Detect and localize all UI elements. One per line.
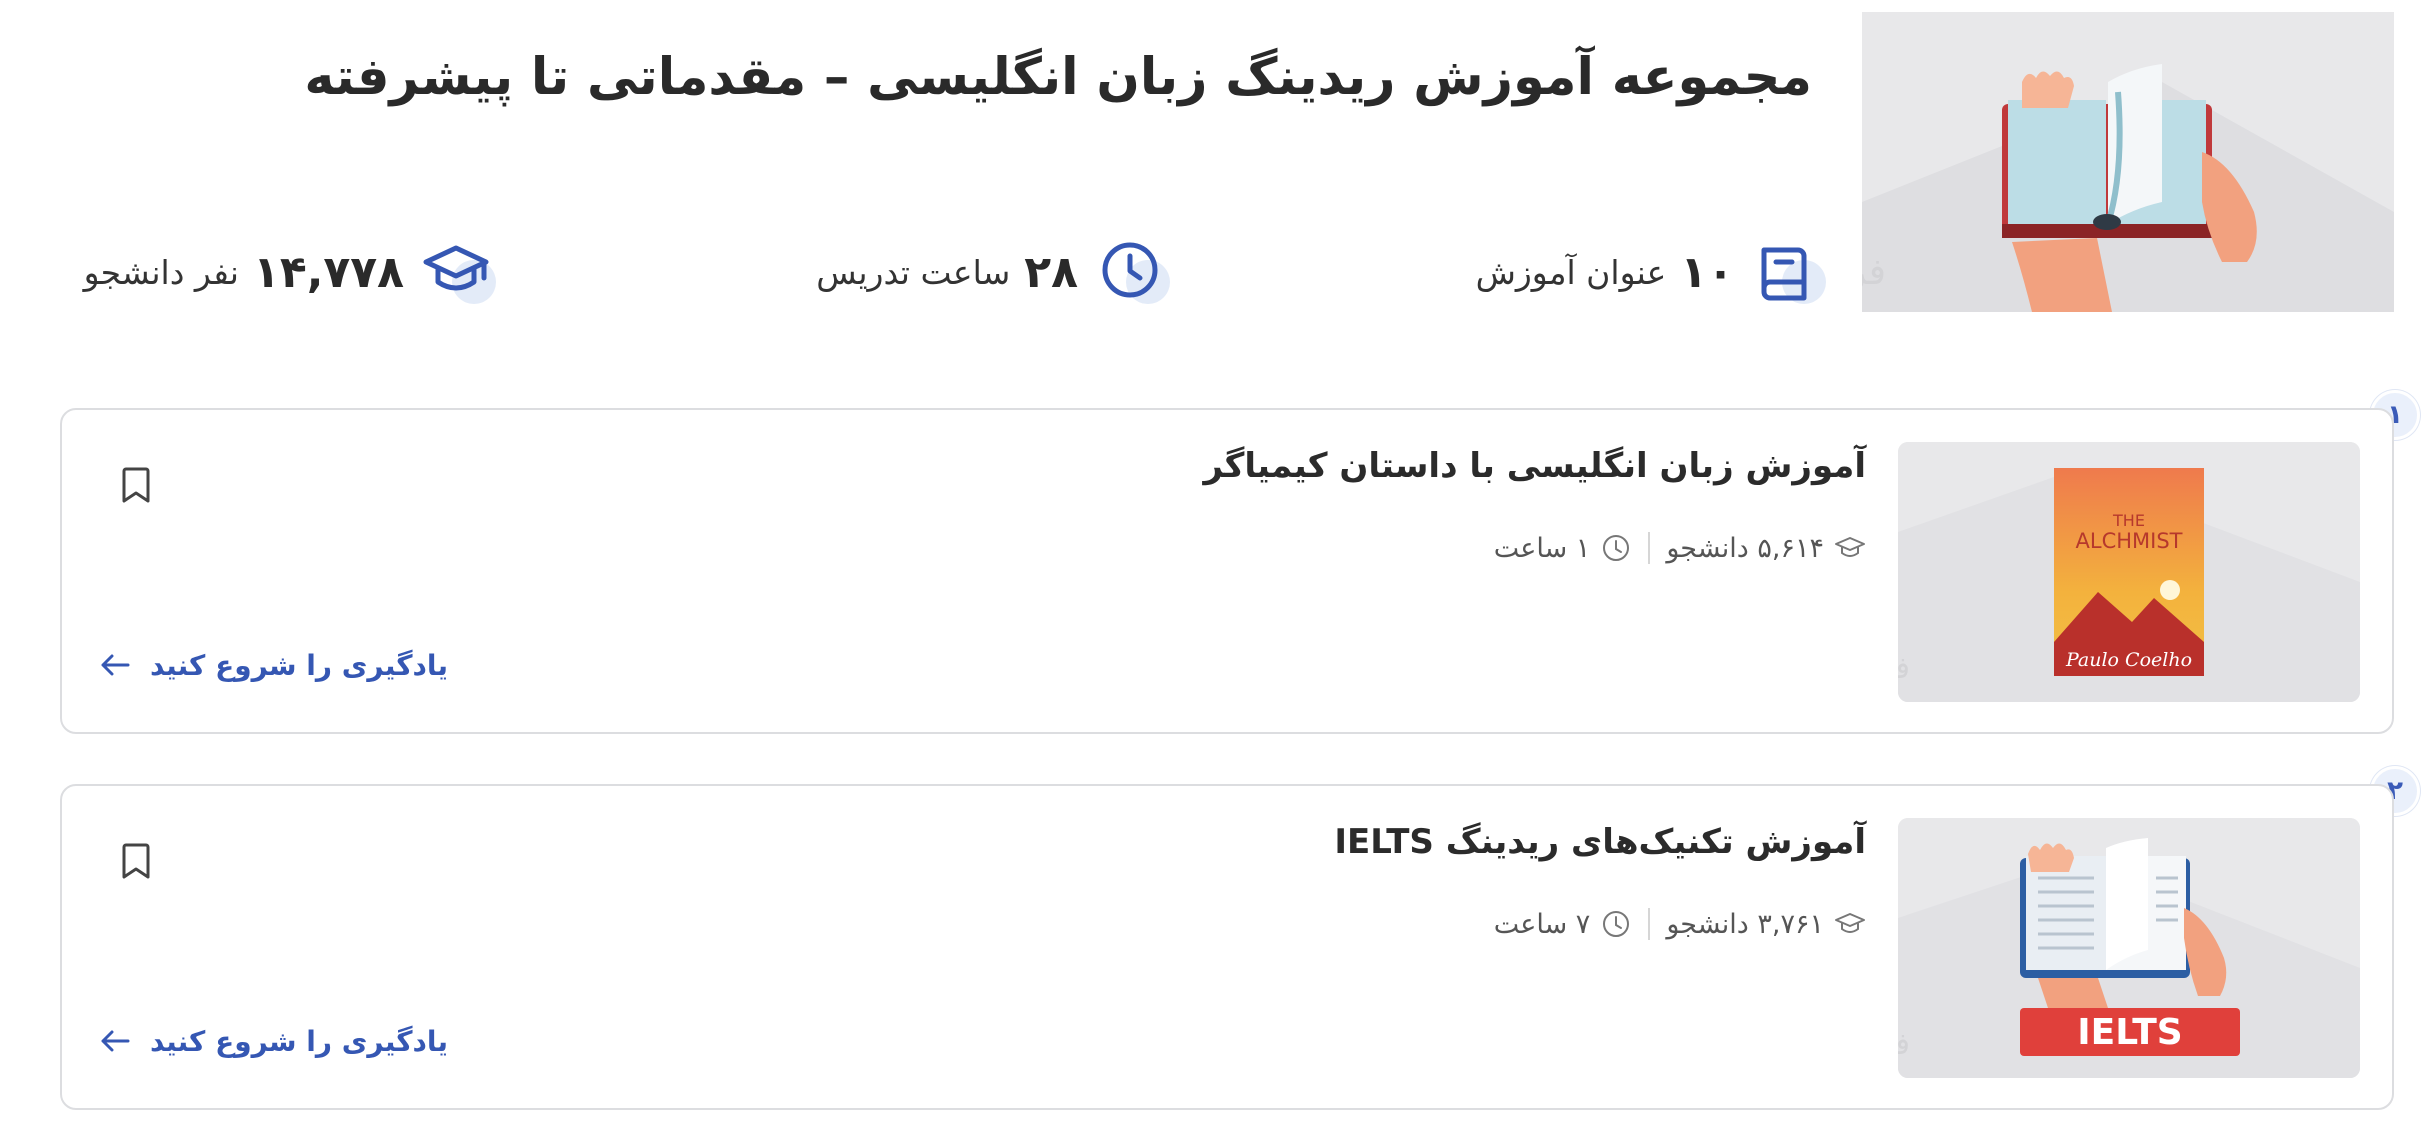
graduation-cap-icon <box>1835 537 1865 557</box>
course-card[interactable]: THE ALCHMIST Paulo Coelho فرادرس آموزش ز… <box>60 408 2394 734</box>
course-card[interactable]: IELTS فرادرس آموزش تکنیک‌های ریدینگ IELT… <box>60 784 2394 1110</box>
stat-hours: ۲۸ ساعت تدریس <box>816 232 1176 312</box>
cover-title-text: ALCHMIST <box>2076 529 2183 553</box>
course-thumbnail[interactable]: THE ALCHMIST Paulo Coelho فرادرس <box>1898 442 2360 702</box>
clock-icon <box>1092 232 1176 312</box>
clock-icon <box>1603 535 1630 561</box>
start-learning-link[interactable]: یادگیری را شروع کنید <box>98 1024 448 1058</box>
stat-hours-value: ۲۸ <box>1024 246 1078 298</box>
course-meta: ۳,۷۶۱ دانشجو ۷ ساعت <box>1494 904 1866 944</box>
arrow-left-icon <box>101 654 130 676</box>
start-learning-label: یادگیری را شروع کنید <box>150 1024 448 1058</box>
course-meta: ۵,۶۱۴ دانشجو ۱ ساعت <box>1494 528 1866 568</box>
collection-stats: ۱۰ عنوان آموزش ۲۸ ساعت تدریس ۱۴,۷۷۸ نفر … <box>0 232 2432 312</box>
course-students-text: ۵,۶۱۴ دانشجو <box>1666 532 1824 564</box>
course-students-text: ۳,۷۶۱ دانشجو <box>1666 908 1824 940</box>
page: فرادرس مجموعه آموزش ریدینگ زبان انگلیسی … <box>0 0 2432 1132</box>
clock-icon <box>1603 911 1630 937</box>
stat-course-count: ۱۰ عنوان آموزش <box>1476 232 1832 312</box>
course-students: ۳,۷۶۱ دانشجو <box>1666 908 1866 940</box>
bookmark-icon <box>122 467 150 503</box>
watermark-text: فرادرس <box>1898 651 1910 686</box>
bookmark-button[interactable] <box>118 840 154 882</box>
page-title: مجموعه آموزش ریدینگ زبان انگلیسی – مقدما… <box>304 48 1812 107</box>
bookmark-button[interactable] <box>118 464 154 506</box>
arrow-left-icon <box>101 1030 130 1052</box>
cover-author-text: Paulo Coelho <box>2065 649 2192 671</box>
course-duration-text: ۷ ساعت <box>1493 908 1591 940</box>
course-thumbnail[interactable]: IELTS فرادرس <box>1898 818 2360 1078</box>
meta-divider <box>1648 532 1651 564</box>
stat-course-count-value: ۱۰ <box>1680 246 1734 298</box>
start-learning-label: یادگیری را شروع کنید <box>150 648 448 682</box>
meta-divider <box>1648 908 1651 940</box>
watermark-text: فرادرس <box>1898 1027 1910 1062</box>
ielts-banner-text: IELTS <box>2077 1012 2182 1053</box>
stat-course-count-label: عنوان آموزش <box>1475 252 1667 292</box>
graduation-cap-icon <box>1835 913 1865 933</box>
bookmark-icon <box>122 843 150 879</box>
stat-hours-label: ساعت تدریس <box>816 252 1011 292</box>
start-learning-link[interactable]: یادگیری را شروع کنید <box>98 648 448 682</box>
book-icon <box>1748 232 1832 312</box>
course-duration: ۷ ساعت <box>1494 908 1633 940</box>
stat-students-value: ۱۴,۷۷۸ <box>253 246 404 298</box>
course-duration: ۱ ساعت <box>1494 532 1633 564</box>
stat-students-label: نفر دانشجو <box>83 252 239 292</box>
course-duration-text: ۱ ساعت <box>1493 532 1591 564</box>
graduation-cap-icon <box>418 232 502 312</box>
course-students: ۵,۶۱۴ دانشجو <box>1666 532 1866 564</box>
course-title[interactable]: آموزش زبان انگلیسی با داستان کیمیاگر <box>1203 446 1866 486</box>
stat-students: ۱۴,۷۷۸ نفر دانشجو <box>84 232 502 312</box>
cover-top-text: THE <box>2112 511 2145 530</box>
course-title[interactable]: آموزش تکنیک‌های ریدینگ IELTS <box>1334 822 1866 862</box>
